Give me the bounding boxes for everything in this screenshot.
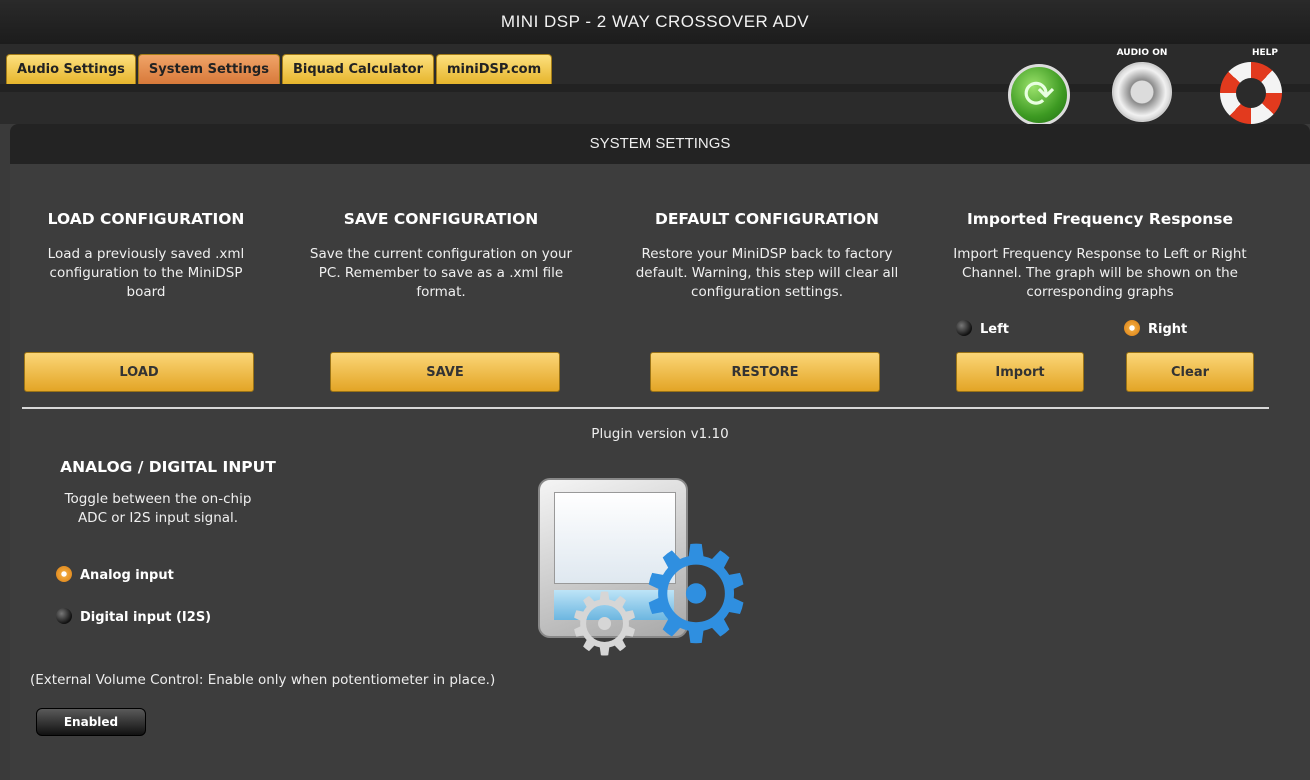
save-button[interactable]: SAVE <box>330 352 560 392</box>
load-heading: LOAD CONFIGURATION <box>47 210 245 228</box>
plugin-version: Plugin version v1.10 <box>591 426 729 442</box>
large-gear-icon: ⚙ <box>636 517 757 673</box>
small-gear-icon: ⚙ <box>566 575 644 675</box>
restore-button[interactable]: RESTORE <box>650 352 880 392</box>
panel-title: SYSTEM SETTINGS <box>10 124 1310 164</box>
refresh-button[interactable] <box>1008 50 1070 126</box>
tab-list: Audio Settings System Settings Biquad Ca… <box>6 54 554 84</box>
refresh-icon <box>1008 64 1070 126</box>
default-heading: DEFAULT CONFIGURATION <box>654 210 880 228</box>
save-section: SAVE CONFIGURATION Save the current conf… <box>306 210 576 302</box>
audio-on-button[interactable]: AUDIO ON <box>1112 48 1172 122</box>
tab-system-settings[interactable]: System Settings <box>137 54 280 84</box>
analog-input-option[interactable]: Analog input <box>56 564 174 583</box>
input-description: Toggle between the on-chip ADC or I2S in… <box>64 491 252 526</box>
right-radio-label: Right <box>1148 322 1188 337</box>
help-button[interactable]: HELP <box>1220 48 1282 124</box>
digital-radio-label: Digital input (I2S) <box>80 610 212 625</box>
tab-bar: Audio Settings System Settings Biquad Ca… <box>0 44 1310 126</box>
load-description: Load a previously saved .xml configurati… <box>47 246 245 300</box>
default-section: DEFAULT CONFIGURATION Restore your MiniD… <box>622 210 912 302</box>
tab-audio-settings[interactable]: Audio Settings <box>6 54 136 84</box>
refresh-label <box>1008 50 1070 64</box>
import-button[interactable]: Import <box>956 352 1084 392</box>
save-heading: SAVE CONFIGURATION <box>343 210 539 228</box>
default-description: Restore your MiniDSP back to factory def… <box>635 246 899 300</box>
left-radio-label: Left <box>980 322 1009 337</box>
right-channel-option[interactable]: Right <box>1124 318 1187 337</box>
import-section: Imported Frequency Response Import Frequ… <box>940 210 1260 302</box>
tab-minidsp-com[interactable]: miniDSP.com <box>436 54 553 84</box>
load-button[interactable]: LOAD <box>24 352 254 392</box>
digital-radio[interactable] <box>56 608 72 624</box>
system-settings-panel: SYSTEM SETTINGS LOAD CONFIGURATION Load … <box>10 124 1310 780</box>
import-heading: Imported Frequency Response <box>966 210 1234 228</box>
volume-enabled-button[interactable]: Enabled <box>36 708 146 736</box>
help-label: HELP <box>1251 48 1278 58</box>
right-radio[interactable] <box>1124 320 1140 336</box>
left-radio[interactable] <box>956 320 972 336</box>
audio-on-label: AUDIO ON <box>1116 48 1168 58</box>
save-description: Save the current configuration on your P… <box>309 246 573 300</box>
section-divider <box>22 407 1269 409</box>
speaker-icon <box>1112 62 1172 122</box>
window-title: MINI DSP - 2 WAY CROSSOVER ADV <box>0 0 1310 44</box>
settings-illustration: ⚙ ⚙ <box>530 468 780 668</box>
volume-note: (External Volume Control: Enable only wh… <box>30 672 496 688</box>
clear-button[interactable]: Clear <box>1126 352 1254 392</box>
analog-radio[interactable] <box>56 566 72 582</box>
load-section: LOAD CONFIGURATION Load a previously sav… <box>28 210 264 302</box>
analog-radio-label: Analog input <box>80 568 174 583</box>
digital-input-option[interactable]: Digital input (I2S) <box>56 606 211 625</box>
left-channel-option[interactable]: Left <box>956 318 1009 337</box>
tab-biquad-calculator[interactable]: Biquad Calculator <box>281 54 434 84</box>
lifebuoy-icon <box>1220 62 1282 124</box>
input-section: ANALOG / DIGITAL INPUT Toggle between th… <box>28 458 308 528</box>
input-heading: ANALOG / DIGITAL INPUT <box>60 458 276 476</box>
import-description: Import Frequency Response to Left or Rig… <box>953 246 1247 300</box>
